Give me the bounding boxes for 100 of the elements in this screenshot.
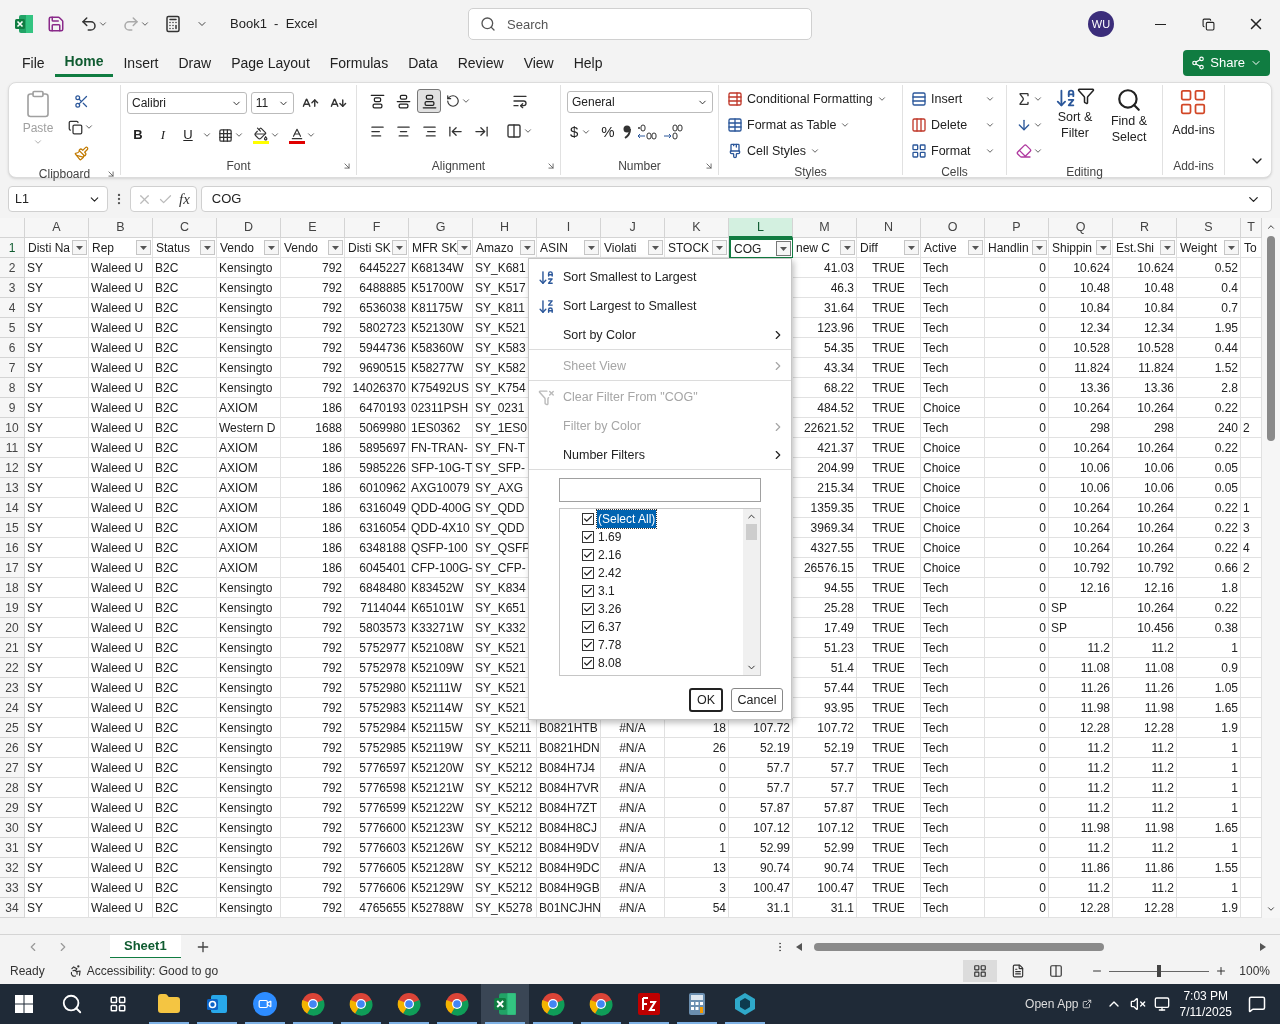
- value-label[interactable]: 3.1: [597, 582, 616, 600]
- checkbox[interactable]: [582, 513, 594, 525]
- filter-button[interactable]: [1160, 240, 1175, 255]
- checkbox[interactable]: [582, 585, 594, 597]
- view-button[interactable]: [963, 960, 998, 982]
- styles-menu-button[interactable]: Conditional Formatting: [727, 87, 894, 111]
- column-header[interactable]: A: [25, 218, 89, 238]
- sheet-tab[interactable]: Sheet1: [110, 934, 181, 959]
- value-label[interactable]: 3.26: [597, 600, 623, 618]
- search-icon[interactable]: [61, 993, 83, 1015]
- open-app-button[interactable]: Open App: [1021, 995, 1096, 1013]
- menu-item[interactable]: Sort by Color: [529, 321, 791, 350]
- filter-button[interactable]: [457, 240, 471, 255]
- ribbon-tab[interactable]: Draw: [168, 49, 222, 77]
- column-header[interactable]: B: [89, 218, 153, 238]
- checkbox[interactable]: [582, 621, 594, 633]
- filter-button[interactable]: [392, 240, 407, 255]
- ribbon-tab[interactable]: Insert: [113, 49, 169, 77]
- font-select[interactable]: Calibri: [127, 92, 247, 114]
- ribbon-tab[interactable]: Help: [563, 49, 613, 77]
- cells-menu-button[interactable]: Delete: [911, 113, 998, 137]
- column-header[interactable]: N: [857, 218, 921, 238]
- name-box[interactable]: L1: [8, 186, 108, 212]
- checkbox[interactable]: [582, 639, 594, 651]
- filter-button[interactable]: [648, 240, 663, 255]
- values-list[interactable]: (Select All) 1.69 2.16 2.42 3.1 3.26 6.37 7.78 8.08: [559, 508, 761, 676]
- column-header[interactable]: J: [601, 218, 665, 238]
- column-header[interactable]: M: [793, 218, 857, 238]
- styles-menu-button[interactable]: Cell Styles: [727, 139, 894, 163]
- ribbon-tab[interactable]: Page Layout: [221, 49, 320, 77]
- filter-button[interactable]: [776, 241, 791, 256]
- checkbox[interactable]: [582, 549, 594, 561]
- scroll-thumb[interactable]: [1267, 236, 1275, 441]
- value-label[interactable]: 2.42: [597, 564, 623, 582]
- column-header[interactable]: D: [217, 218, 281, 238]
- decrease-decimal-icon[interactable]: [661, 123, 684, 141]
- volume-icon[interactable]: [1129, 996, 1146, 1012]
- value-label[interactable]: 6.37: [597, 618, 623, 636]
- value-label[interactable]: 1.69: [597, 528, 623, 546]
- formula-field[interactable]: COG: [200, 186, 1272, 212]
- filter-button[interactable]: [712, 240, 727, 255]
- slider-thumb[interactable]: [1157, 965, 1162, 977]
- ribbon-tab[interactable]: Review: [447, 49, 514, 77]
- zoom-reading[interactable]: 100%: [1239, 962, 1270, 980]
- checkbox[interactable]: [582, 657, 594, 669]
- vertical-align-button[interactable]: [417, 89, 441, 113]
- filter-button[interactable]: [968, 240, 983, 255]
- zoom-in-icon[interactable]: [1215, 965, 1228, 977]
- user-avatar[interactable]: WU: [1088, 11, 1114, 37]
- checkbox[interactable]: [582, 531, 594, 543]
- network-icon[interactable]: [1153, 996, 1170, 1012]
- filter-button[interactable]: [264, 240, 279, 255]
- filter-button[interactable]: [520, 240, 535, 255]
- filter-button[interactable]: [328, 240, 343, 255]
- search-field[interactable]: Search: [468, 8, 812, 40]
- column-header[interactable]: Q: [1049, 218, 1113, 238]
- ribbon-tab[interactable]: File: [12, 49, 55, 77]
- menu-item[interactable]: Number Filters: [529, 441, 791, 470]
- column-header[interactable]: I: [537, 218, 601, 238]
- font-size-select[interactable]: 11: [250, 92, 294, 114]
- increase-decimal-icon[interactable]: [635, 123, 658, 141]
- scroll-thumb[interactable]: [746, 524, 757, 540]
- column-header[interactable]: S: [1177, 218, 1241, 238]
- filter-button[interactable]: [584, 240, 599, 255]
- ribbon-tab[interactable]: Home: [54, 49, 114, 77]
- column-header[interactable]: R: [1113, 218, 1177, 238]
- filter-button[interactable]: [1096, 240, 1111, 255]
- underline-button[interactable]: U: [177, 124, 199, 146]
- add-ins-button[interactable]: Add-ins: [1172, 87, 1215, 140]
- value-label[interactable]: (Select All): [597, 510, 657, 528]
- column-header[interactable]: L: [729, 218, 793, 238]
- currency-button[interactable]: $: [567, 121, 595, 143]
- comma-style-icon[interactable]: [621, 124, 632, 140]
- column-header[interactable]: H: [473, 218, 537, 238]
- column-header[interactable]: O: [921, 218, 985, 238]
- column-header[interactable]: P: [985, 218, 1049, 238]
- dialog-launcher-icon[interactable]: [106, 169, 116, 179]
- checkbox[interactable]: [582, 603, 594, 615]
- cells-menu-button[interactable]: Format: [911, 139, 998, 163]
- filter-button[interactable]: [1224, 240, 1239, 255]
- find-select-button[interactable]: Find & Select: [1104, 87, 1154, 163]
- dialog-launcher-icon[interactable]: [342, 161, 352, 171]
- value-label[interactable]: 2.16: [597, 546, 623, 564]
- cells-menu-button[interactable]: Insert: [911, 87, 998, 111]
- search-field[interactable]: [559, 478, 761, 502]
- column-header[interactable]: E: [281, 218, 345, 238]
- italic-button[interactable]: I: [152, 124, 174, 146]
- dialog-launcher-icon[interactable]: [704, 161, 714, 171]
- ribbon-tab[interactable]: Formulas: [319, 49, 399, 77]
- ribbon-tab[interactable]: View: [513, 49, 564, 77]
- filter-button[interactable]: [72, 240, 87, 255]
- number-format-select[interactable]: General: [567, 91, 713, 113]
- scrollbar[interactable]: [743, 509, 760, 675]
- insert-function-button[interactable]: fx: [179, 187, 190, 211]
- filter-button[interactable]: [200, 240, 215, 255]
- dialog-launcher-icon[interactable]: [546, 161, 556, 171]
- start-icon[interactable]: [15, 995, 33, 1013]
- filter-button[interactable]: [136, 240, 151, 255]
- ok-button[interactable]: OK: [689, 688, 723, 712]
- notifications-icon[interactable]: [1248, 995, 1266, 1013]
